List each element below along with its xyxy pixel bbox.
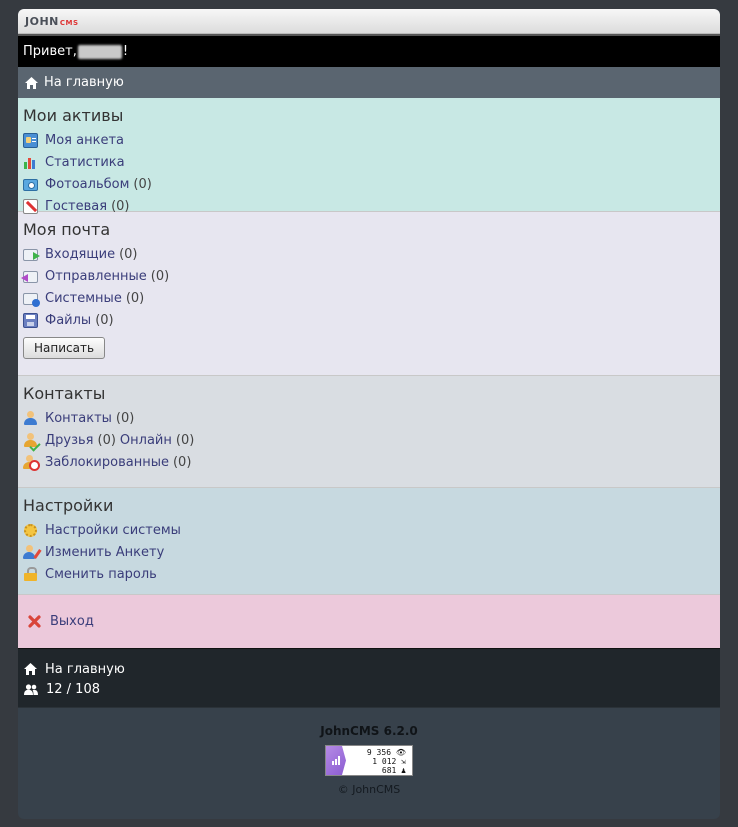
- home-icon: [24, 663, 37, 675]
- mail-title: Моя почта: [23, 220, 111, 239]
- friends-icon: [23, 432, 41, 452]
- home-nav[interactable]: На главную: [18, 67, 720, 98]
- version-label: JohnCMS 6.2.0: [320, 724, 418, 738]
- system-mail-count: (0): [125, 290, 145, 306]
- assets-title: Мои активы: [23, 106, 124, 125]
- close-icon: [28, 615, 41, 628]
- user-icon: [23, 410, 38, 426]
- greeting-bar: Привет, !: [18, 34, 720, 67]
- profile-card-icon: [23, 132, 38, 148]
- footer-nav: На главную 12 / 108: [18, 648, 720, 707]
- sent-link[interactable]: Отправленные: [45, 269, 147, 284]
- greeting-suffix: !: [122, 44, 129, 59]
- album-link[interactable]: Фотоальбом: [45, 177, 129, 192]
- mail-item-files[interactable]: Файлы (0): [23, 309, 715, 331]
- online-count[interactable]: 12 / 108: [46, 682, 100, 697]
- footer-online-row[interactable]: 12 / 108: [24, 679, 714, 699]
- inbox-link[interactable]: Входящие: [45, 247, 115, 262]
- settings-title: Настройки: [23, 496, 114, 515]
- greeting-prefix: Привет,: [23, 44, 77, 59]
- guestbook-link[interactable]: Гостевая: [45, 199, 107, 214]
- footer-home-row[interactable]: На главную: [24, 659, 714, 679]
- contacts-item-blocked[interactable]: Заблокированные (0): [23, 451, 715, 473]
- exit-section[interactable]: Выход: [18, 595, 720, 648]
- exit-link[interactable]: Выход: [50, 614, 94, 629]
- visit-counter[interactable]: 9 356 👁 1 012 ⇲ 681 ♟: [325, 745, 413, 776]
- files-count: (0): [95, 312, 114, 328]
- inbox-count: (0): [119, 246, 138, 262]
- friends-online-count: (0): [175, 432, 195, 448]
- bar-chart-icon: [23, 155, 38, 170]
- stats-link[interactable]: Статистика: [45, 155, 125, 170]
- mail-section: Моя почта Входящие (0) Отправленные (0) …: [18, 212, 720, 376]
- friends-link[interactable]: Друзья: [45, 433, 94, 448]
- home-icon: [25, 76, 38, 89]
- counter-hits: 1 012 ⇲: [372, 757, 406, 766]
- edit-profile-icon: [23, 544, 42, 560]
- settings-item-password[interactable]: Сменить пароль: [23, 563, 715, 585]
- mail-item-system[interactable]: Системные (0): [23, 287, 715, 309]
- system-mail-icon: [23, 293, 40, 307]
- contacts-title: Контакты: [23, 384, 106, 403]
- album-count: (0): [133, 176, 152, 192]
- contacts-link[interactable]: Контакты: [45, 411, 112, 426]
- users-icon: [24, 683, 38, 695]
- lock-icon: [23, 566, 38, 582]
- friends-online-link[interactable]: Онлайн: [120, 433, 172, 448]
- contacts-section: Контакты Контакты (0) Друзья (0) Онлайн …: [18, 376, 720, 488]
- guestbook-icon: [23, 198, 38, 214]
- header-logo-bar: JOHNCMS: [18, 9, 720, 34]
- home-link[interactable]: На главную: [44, 75, 124, 90]
- assets-item-stats[interactable]: Статистика: [23, 151, 715, 173]
- copyright: © JohnCMS: [337, 783, 401, 796]
- counter-hosts: 681 ♟: [381, 766, 406, 775]
- footer-info: JohnCMS 6.2.0 9 356 👁 1 012 ⇲ 681 ♟ © Jo…: [18, 707, 720, 807]
- counter-views: 9 356 👁: [366, 748, 406, 757]
- counter-logo-icon: [326, 746, 346, 775]
- camera-icon: [23, 179, 38, 191]
- system-mail-link[interactable]: Системные: [45, 291, 122, 306]
- mail-item-sent[interactable]: Отправленные (0): [21, 265, 715, 287]
- contacts-item-contacts[interactable]: Контакты (0): [23, 407, 715, 429]
- sent-icon: [21, 271, 38, 283]
- friends-count: (0): [97, 432, 116, 448]
- gear-icon: [23, 523, 38, 538]
- page-container: JOHNCMS Привет, ! На главную Мои активы …: [18, 9, 720, 819]
- assets-section: Мои активы Моя анкета Статистика Фотоаль…: [18, 98, 720, 214]
- edit-profile-link[interactable]: Изменить Анкету: [45, 545, 164, 560]
- assets-item-profile[interactable]: Моя анкета: [23, 129, 715, 151]
- footer-home-link[interactable]: На главную: [45, 662, 125, 677]
- blocked-user-icon: [23, 454, 40, 471]
- files-link[interactable]: Файлы: [45, 313, 91, 328]
- username-blurred: [77, 44, 122, 59]
- mail-item-inbox[interactable]: Входящие (0): [23, 243, 715, 265]
- contacts-count: (0): [115, 410, 135, 426]
- inbox-icon: [23, 249, 40, 261]
- sent-count: (0): [150, 268, 170, 284]
- blocked-link[interactable]: Заблокированные: [45, 455, 169, 470]
- change-password-link[interactable]: Сменить пароль: [45, 567, 157, 582]
- profile-link[interactable]: Моя анкета: [45, 133, 124, 148]
- settings-section: Настройки Настройки системы Изменить Анк…: [18, 488, 720, 595]
- assets-item-album[interactable]: Фотоальбом (0): [23, 173, 715, 195]
- settings-item-edit-profile[interactable]: Изменить Анкету: [23, 541, 715, 563]
- settings-item-system[interactable]: Настройки системы: [23, 519, 715, 541]
- site-logo[interactable]: JOHNCMS: [25, 15, 79, 28]
- guestbook-count: (0): [111, 198, 130, 214]
- floppy-icon: [23, 312, 38, 328]
- write-message-button[interactable]: Написать: [23, 337, 106, 359]
- contacts-item-friends[interactable]: Друзья (0) Онлайн (0): [23, 429, 715, 452]
- system-settings-link[interactable]: Настройки системы: [45, 523, 181, 538]
- blocked-count: (0): [172, 454, 192, 470]
